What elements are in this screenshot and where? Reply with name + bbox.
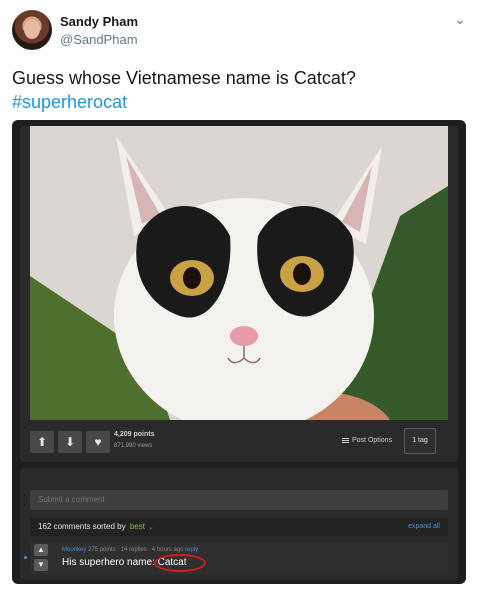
options-icon: [342, 437, 349, 443]
post-points: 4,209 points: [114, 431, 155, 438]
tweet-card: Sandy Pham @SandPham ⌄ Guess whose Vietn…: [0, 0, 478, 591]
user-handle[interactable]: @SandPham: [60, 32, 138, 47]
comment-count-text: 162 comments sorted by: [38, 522, 126, 531]
tag-button[interactable]: 1 tag: [404, 428, 436, 454]
post-options-label: Post Options: [352, 437, 393, 444]
comment-replies[interactable]: 14 replies: [121, 547, 147, 553]
arrow-down-icon[interactable]: ⬇: [58, 431, 82, 453]
comment-input[interactable]: [30, 490, 448, 510]
tweet-body: Guess whose Vietnamese name is Catcat?: [12, 68, 356, 88]
reply-link[interactable]: reply: [185, 547, 198, 553]
expand-all-link[interactable]: expand all: [408, 523, 440, 530]
cat-photo: [30, 126, 448, 420]
comment-user[interactable]: Moonkey: [62, 547, 86, 553]
chevron-down-icon[interactable]: ⌄: [452, 12, 468, 28]
tweet-text: Guess whose Vietnamese name is Catcat? #…: [12, 66, 462, 114]
comment-time: 4 hours ago: [151, 547, 184, 553]
chevron-down-icon[interactable]: ⌄: [148, 524, 154, 531]
tweet-media[interactable]: ⬆ ⬇ ♥ 4,209 points 871,990 views Post Op…: [12, 120, 466, 584]
arrow-down-icon[interactable]: ▼: [34, 559, 48, 571]
avatar[interactable]: [12, 10, 52, 50]
heart-icon[interactable]: ♥: [86, 431, 110, 453]
comment-count: 162 comments sorted by best ⌄: [38, 522, 154, 531]
vote-bar: ⬆ ⬇ ♥ 4,209 points 871,990 views Post Op…: [30, 428, 448, 456]
avatar-face: [24, 19, 40, 39]
tweet-header: Sandy Pham @SandPham ⌄: [12, 10, 468, 54]
user-name[interactable]: Sandy Pham: [60, 14, 138, 29]
highlight-circle: [154, 554, 206, 572]
sort-select[interactable]: best: [130, 522, 145, 531]
post-views: 871,990 views: [114, 443, 153, 449]
hashtag-link[interactable]: #superherocat: [12, 90, 462, 114]
comments-panel: 162 comments sorted by best⌄ expand all …: [20, 468, 458, 580]
arrow-up-icon[interactable]: ▲: [34, 544, 48, 556]
comment-points: 275 points: [88, 547, 116, 553]
comment-item: ▲ ▼ Moonkey 275 points : 14 replies : 4 …: [24, 542, 448, 574]
post-panel: ⬆ ⬇ ♥ 4,209 points 871,990 views Post Op…: [20, 126, 458, 462]
post-options-button[interactable]: Post Options: [342, 437, 392, 444]
collapse-dot[interactable]: [24, 556, 27, 559]
cat-illustration: [30, 126, 448, 420]
comment-meta: Moonkey 275 points : 14 replies : 4 hour…: [62, 547, 199, 553]
sort-bar: 162 comments sorted by best ⌄ expand all: [30, 518, 448, 536]
arrow-up-icon[interactable]: ⬆: [30, 431, 54, 453]
